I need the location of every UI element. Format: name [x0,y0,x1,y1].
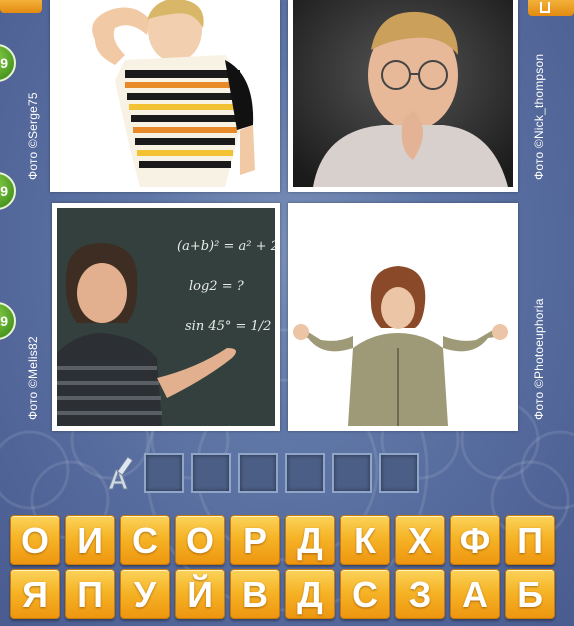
photo-credit-top-right: Фото ©Nick_thompson [532,53,546,180]
letter-row-1: О И С О Р Д К Х Ф П [10,515,566,565]
letter-tile[interactable]: Й [175,569,225,619]
letter-tile[interactable]: С [120,515,170,565]
letter-row-2: Я П У Й В Д С З А Б [10,569,566,619]
board-line-1: (a+b)² = a² + 2ab + b [177,239,275,254]
top-right-tab[interactable] [528,0,574,16]
photo-credit-top-left: Фото ©Serge75 [26,92,40,180]
letter-tile[interactable]: О [10,515,60,565]
letter-tile[interactable]: Я [10,569,60,619]
answer-slot[interactable] [191,453,231,493]
answer-slot[interactable] [379,453,419,493]
top-left-tab[interactable] [0,0,42,13]
letter-tile[interactable]: П [65,569,115,619]
photo-boy-thinking[interactable] [50,0,280,192]
photo-teacher-chalkboard-image: (a+b)² = a² + 2ab + b log2 = ? sin 45° =… [57,208,275,426]
answer-slot[interactable] [238,453,278,493]
letter-tile[interactable]: А [450,569,500,619]
letter-tile[interactable]: Ф [450,515,500,565]
photo-woman-shrugging[interactable] [288,203,518,431]
letter-tile[interactable]: В [230,569,280,619]
letter-tile[interactable]: Д [285,569,335,619]
letter-keyboard: О И С О Р Д К Х Ф П Я П У Й В Д С З А Б [10,515,566,623]
photo-boy-thinking-image [55,0,275,187]
page-icon [540,2,550,13]
letter-tile[interactable]: Д [285,515,335,565]
board-line-3: sin 45° = 1/2 [185,319,271,334]
letter-tile[interactable]: О [175,515,225,565]
letter-tile[interactable]: К [340,515,390,565]
letter-tile[interactable]: Х [395,515,445,565]
photo-boy-glasses-image [293,0,513,187]
photo-credit-bottom-left: Фото ©Melis82 [26,336,40,420]
letter-tile[interactable]: Б [505,569,555,619]
photo-boy-glasses[interactable] [288,0,518,192]
photo-teacher-chalkboard[interactable]: (a+b)² = a² + 2ab + b log2 = ? sin 45° =… [52,203,280,431]
level-badge-3[interactable]: 9 [0,302,16,340]
answer-slots [144,453,419,493]
answer-slot[interactable] [285,453,325,493]
photo-woman-shrugging-image [293,208,513,426]
board-line-2: log2 = ? [189,279,245,294]
answer-slot[interactable] [144,453,184,493]
level-badge-1[interactable]: 9 [0,44,16,82]
answer-slot[interactable] [332,453,372,493]
letter-tile[interactable]: С [340,569,390,619]
level-badge-2[interactable]: 9 [0,172,16,210]
magic-wand-letter-a-icon[interactable]: A [106,455,140,496]
photo-credit-bottom-right: Фото ©Photoeuphoria [532,298,546,420]
letter-tile[interactable]: Р [230,515,280,565]
letter-tile[interactable]: З [395,569,445,619]
letter-tile[interactable]: И [65,515,115,565]
letter-tile[interactable]: У [120,569,170,619]
letter-tile[interactable]: П [505,515,555,565]
